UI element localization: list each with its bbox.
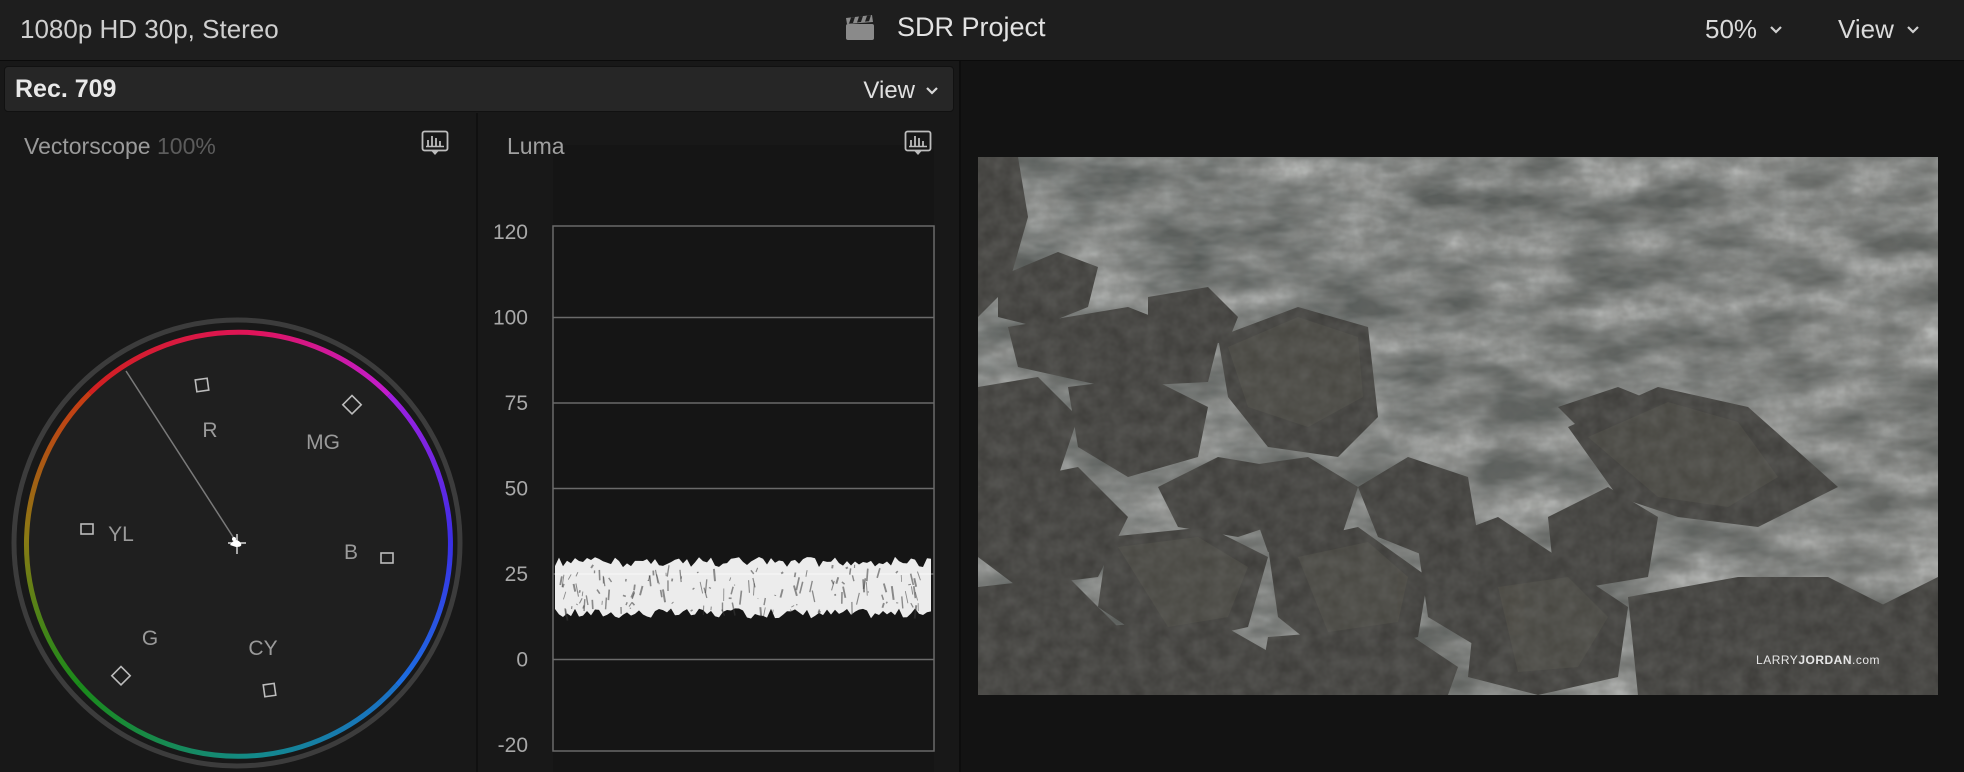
waveform-trace-detail xyxy=(774,594,777,597)
waveform-trace-detail xyxy=(690,609,694,612)
vectorscope-panel: R MG B CY G YL Vectorscope 100% xyxy=(0,113,476,772)
vectorscope-title-label: Vectorscope xyxy=(24,133,151,159)
waveform-trace-detail xyxy=(708,586,712,589)
vectorscope-title: Vectorscope 100% xyxy=(24,133,216,160)
vectorscope-label-cy: CY xyxy=(248,637,277,660)
waveform-trace-detail xyxy=(591,599,594,610)
waveform-trace-detail xyxy=(712,568,716,582)
project-title-group: SDR Project xyxy=(845,12,1046,43)
scopes-view-label: View xyxy=(863,77,915,104)
zoom-value: 50% xyxy=(1705,14,1758,44)
project-format-label: 1080p HD 30p, Stereo xyxy=(20,14,279,44)
waveform-tick-label: 0 xyxy=(516,649,528,672)
waveform-trace-detail xyxy=(795,603,798,606)
watermark-end: .com xyxy=(1851,653,1880,667)
waveform-trace-detail xyxy=(793,572,797,578)
waveform-trace-detail xyxy=(845,566,849,570)
waveform-trace-detail xyxy=(759,607,763,617)
waveform-trace-detail xyxy=(581,591,584,597)
chevron-down-icon xyxy=(1770,25,1782,34)
vectorscope-zoom-percent: 100% xyxy=(156,133,216,159)
waveform-tick-label: 50 xyxy=(505,478,528,501)
luma-waveform-panel: 120 100 75 50 25 0 -20 Luma xyxy=(478,113,959,772)
waveform-tick-labels: 120 100 75 50 25 0 -20 xyxy=(493,221,528,757)
vectorscope-label-yl: YL xyxy=(108,523,134,546)
waveform-trace-detail xyxy=(671,578,674,582)
viewer-view-menu[interactable]: View xyxy=(1838,14,1922,45)
video-frame[interactable]: LARRYJORDAN.com xyxy=(978,157,1938,695)
vectorscope-graph: R MG B CY G YL xyxy=(11,317,463,769)
waveform-tick-label: 25 xyxy=(505,563,528,586)
chevron-down-icon xyxy=(926,87,938,95)
zoom-popup[interactable]: 50% xyxy=(1705,14,1785,45)
viewer-panel: LARRYJORDAN.com xyxy=(961,61,1964,772)
viewer-view-label: View xyxy=(1838,14,1894,44)
waveform-tick-label: 100 xyxy=(493,307,528,330)
luma-waveform-graph: 120 100 75 50 25 0 -20 xyxy=(493,145,935,772)
waveform-trace-detail xyxy=(607,589,611,601)
scopes-view-menu[interactable]: View xyxy=(863,77,941,105)
scopes-header: Rec. 709 View xyxy=(4,66,954,112)
waveform-trace-detail xyxy=(885,601,888,604)
waveform-trace-body xyxy=(555,556,931,619)
clapperboard-icon xyxy=(846,14,874,40)
waveform-trace-detail xyxy=(780,571,784,575)
waveform-trace-detail xyxy=(849,568,852,575)
waveform-trace-detail xyxy=(583,599,586,612)
waveform-trace-detail xyxy=(865,568,869,582)
waveform-trace-detail xyxy=(733,584,736,586)
waveform-tick-label: -20 xyxy=(498,734,528,757)
waveform-tick-label: 75 xyxy=(505,392,528,415)
waveform-trace-detail xyxy=(633,584,636,591)
vectorscope-label-g: G xyxy=(142,627,158,650)
scope-settings-icon[interactable] xyxy=(421,130,449,156)
waveform-trace-detail xyxy=(622,594,627,598)
watermark-bold: JORDAN xyxy=(1798,653,1852,667)
viewer-toolbar: 1080p HD 30p, Stereo SDR Project 50% Vie… xyxy=(0,0,1964,61)
waveform-trace-detail xyxy=(680,576,683,579)
waveform-trace-detail xyxy=(582,605,585,609)
vectorscope-label-r: R xyxy=(202,419,217,442)
watermark: LARRYJORDAN.com xyxy=(1756,653,1880,667)
waveform-trace-detail xyxy=(625,601,628,606)
waveform-background xyxy=(553,145,934,772)
luma-title: Luma xyxy=(507,133,565,159)
project-title: SDR Project xyxy=(897,12,1046,42)
scope-settings-icon[interactable] xyxy=(904,130,932,156)
chevron-down-icon xyxy=(1907,25,1919,34)
video-scopes-panel: Rec. 709 View R MG B CY G YL Vectorscope… xyxy=(0,61,961,772)
waveform-trace-detail xyxy=(578,589,581,593)
waveform-trace-detail xyxy=(604,597,608,610)
vectorscope-label-mg: MG xyxy=(306,431,340,454)
watermark-light: LARRY xyxy=(1756,653,1799,667)
waveform-tick-label: 120 xyxy=(493,221,528,244)
video-frame-image xyxy=(978,157,1938,695)
vectorscope-label-b: B xyxy=(344,541,358,564)
waveform-trace-detail xyxy=(908,583,912,586)
colorspace-label: Rec. 709 xyxy=(15,75,117,103)
